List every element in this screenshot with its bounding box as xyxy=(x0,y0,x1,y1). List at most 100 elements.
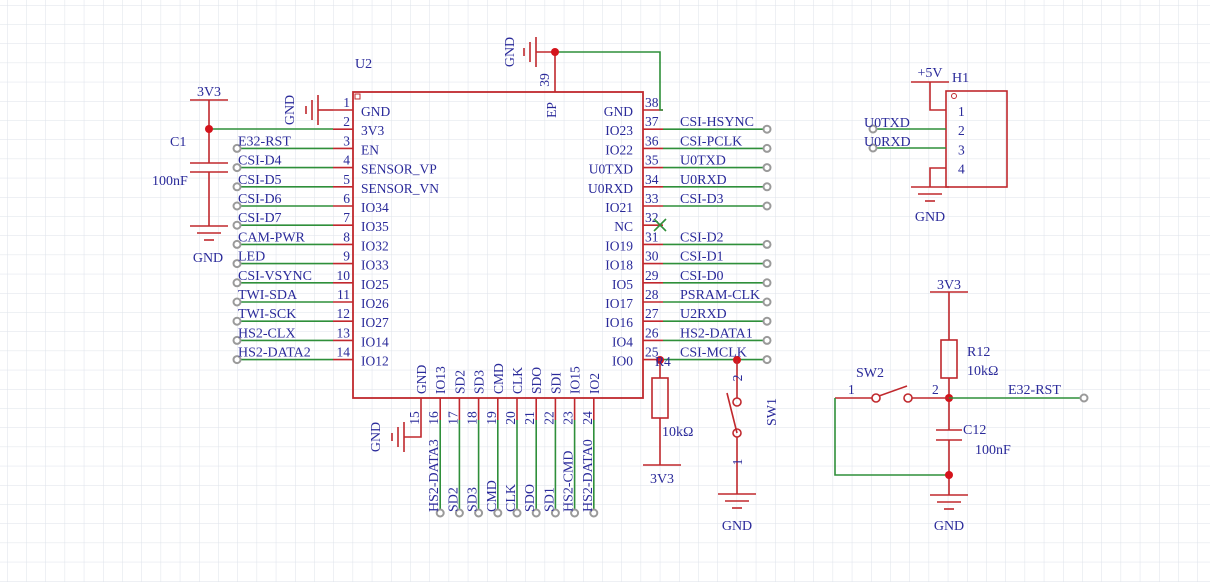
pin-number: 19 xyxy=(484,411,499,425)
pin-name: EN xyxy=(361,142,379,157)
grid-background xyxy=(0,0,1210,582)
pin-name: IO33 xyxy=(361,258,389,273)
gnd-label: GND xyxy=(915,210,945,225)
pin-name: IO17 xyxy=(605,296,633,311)
net-end-point xyxy=(762,259,772,269)
pin-number: 26 xyxy=(645,325,659,340)
net-label: HS2-CMD xyxy=(562,451,577,512)
pin-name: IO27 xyxy=(361,315,389,330)
net-end-point xyxy=(762,239,772,249)
r12-value: 10kΩ xyxy=(967,364,998,379)
net-label: HS2-DATA0 xyxy=(581,439,596,512)
h1-ref: H1 xyxy=(952,71,969,86)
pin-name: U0TXD xyxy=(589,162,633,177)
pin-number: 8 xyxy=(343,229,350,244)
net-end-point xyxy=(762,163,772,173)
pin-number: 11 xyxy=(337,287,350,302)
net-label: HS2-CLX xyxy=(238,326,296,341)
net-label: CSI-HSYNC xyxy=(680,115,754,130)
pin-name: CLK xyxy=(510,367,525,394)
r12-ref: R12 xyxy=(967,345,990,360)
h1-pin-number: 1 xyxy=(958,104,965,119)
pin-name: GND xyxy=(361,104,390,119)
pin-number: 30 xyxy=(645,249,659,264)
c12-ref: C12 xyxy=(963,423,986,438)
net-label: U0TXD xyxy=(680,154,726,169)
h1-pin-number: 3 xyxy=(958,142,965,157)
net-end-point xyxy=(762,297,772,307)
pin-number: 37 xyxy=(645,114,659,129)
pin-name: IO12 xyxy=(361,354,389,369)
pin-name: IO22 xyxy=(605,142,633,157)
net-end-point xyxy=(762,182,772,192)
schematic: U2 1 GND 2 3V3 3 EN E32-RST 4 SENSOR_VP CSI-D4 5 SEN… xyxy=(0,0,1210,582)
pin-name: SENSOR_VN xyxy=(361,181,439,196)
net-label: CSI-VSYNC xyxy=(238,269,312,284)
sw1-ref: SW1 xyxy=(765,398,780,426)
pin-name: GND xyxy=(414,365,429,394)
pin-name: SDO xyxy=(529,367,544,394)
pin-number: 34 xyxy=(645,172,659,187)
power-3v3-label: 3V3 xyxy=(937,278,961,293)
h1-pin-number: 2 xyxy=(958,123,965,138)
pin-name: U0RXD xyxy=(588,181,633,196)
pin-number: 32 xyxy=(645,210,659,225)
pin-number: 3 xyxy=(343,133,350,148)
pin-name: SD3 xyxy=(472,370,487,394)
gnd-label: GND xyxy=(934,519,964,534)
net-label: TWI-SCK xyxy=(238,307,296,322)
power-5v-label: +5V xyxy=(917,66,942,81)
pin-name: 3V3 xyxy=(361,123,384,138)
net-end-point xyxy=(762,201,772,211)
net-end-point xyxy=(1079,393,1089,403)
u2-ref: U2 xyxy=(355,57,372,72)
pin-name: IO18 xyxy=(605,258,633,273)
net-label: CAM-PWR xyxy=(238,230,306,245)
pin-name: IO2 xyxy=(587,373,602,394)
r4-ref: R4 xyxy=(655,354,671,369)
pin-number: 5 xyxy=(343,172,350,187)
net-label: CMD xyxy=(485,480,500,512)
net-label: CSI-D7 xyxy=(238,211,282,226)
pin-number: 22 xyxy=(541,411,556,425)
sw2-pin1: 1 xyxy=(848,382,855,397)
gnd-label: GND xyxy=(193,251,223,266)
pin-number: 39 xyxy=(537,73,552,87)
pin-name: IO26 xyxy=(361,296,389,311)
h1-pin-number: 4 xyxy=(958,162,965,177)
c12-value: 100nF xyxy=(975,443,1011,458)
pin-number: 29 xyxy=(645,268,659,283)
pin-name: IO16 xyxy=(605,315,633,330)
sw2-pin2: 2 xyxy=(932,382,939,397)
pin-number: 16 xyxy=(426,411,441,425)
pin-number: 24 xyxy=(580,411,595,425)
pin-number: 31 xyxy=(645,229,659,244)
net-label: TWI-SDA xyxy=(238,288,298,303)
net-end-point xyxy=(762,278,772,288)
net-label: U0RXD xyxy=(680,173,727,188)
net-end-point xyxy=(762,124,772,134)
pin-number: 10 xyxy=(337,268,351,283)
pin-number: 6 xyxy=(343,191,350,206)
pin-number: 9 xyxy=(343,249,350,264)
pin-name: GND xyxy=(604,104,633,119)
sw2-ref: SW2 xyxy=(856,366,884,381)
pin-number: 38 xyxy=(645,95,659,110)
junction-dot xyxy=(945,471,953,479)
c1-ref: C1 xyxy=(170,135,186,150)
net-label: SDO xyxy=(523,484,538,512)
pin-name: NC xyxy=(614,219,633,234)
net-label: HS2-DATA1 xyxy=(680,326,753,341)
pin-name: SDI xyxy=(548,372,563,394)
pin-name: IO23 xyxy=(605,123,633,138)
power-3v3-label: 3V3 xyxy=(197,85,221,100)
net-label: U0TXD xyxy=(864,116,910,131)
pin-name: IO35 xyxy=(361,219,389,234)
pin-number: 14 xyxy=(337,345,351,360)
pin-name: IO4 xyxy=(612,334,633,349)
pin-name: IO13 xyxy=(433,366,448,394)
sw1-pin2: 2 xyxy=(730,375,745,382)
net-end-point xyxy=(762,335,772,345)
net-label: CLK xyxy=(504,484,519,512)
net-label: SD3 xyxy=(466,487,481,512)
